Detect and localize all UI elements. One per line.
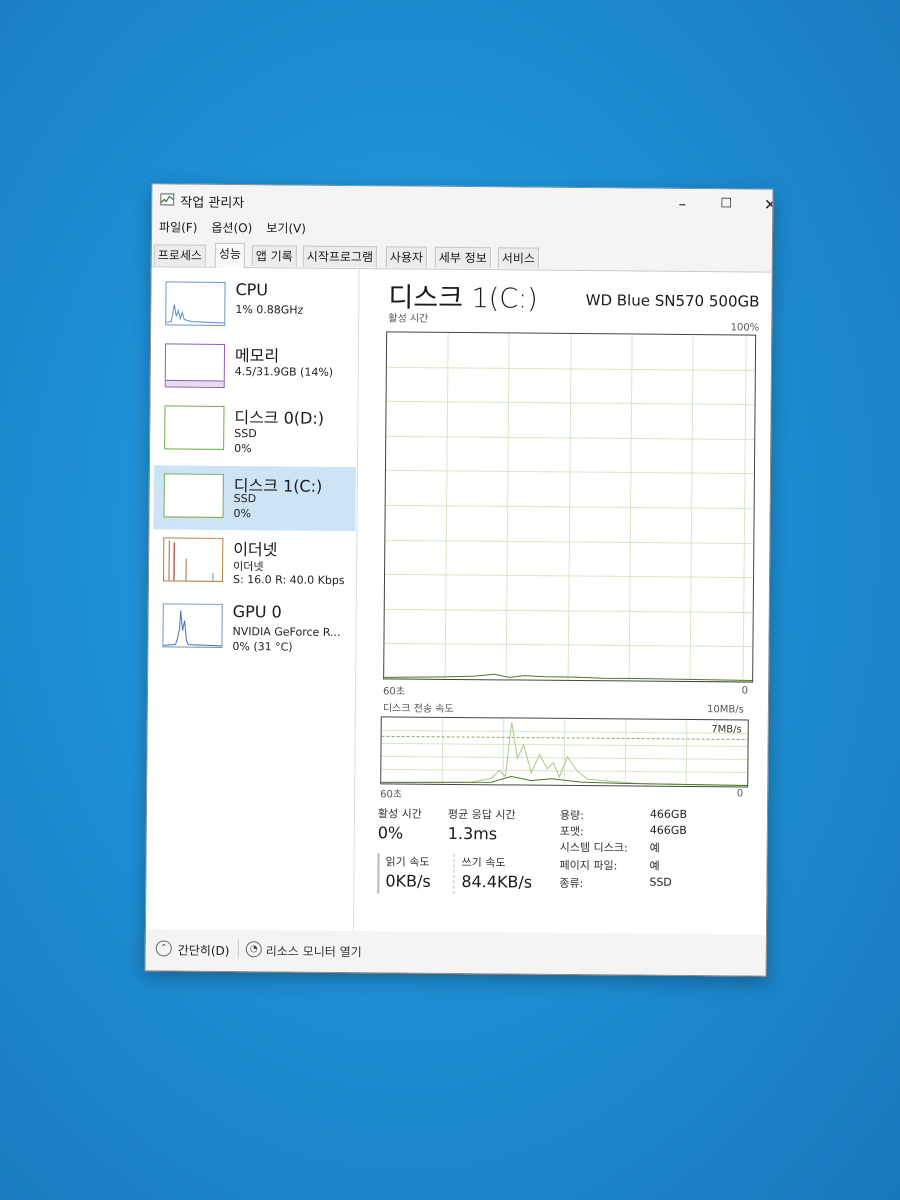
active-time-graph bbox=[383, 331, 757, 683]
tab-app-history[interactable]: 앱 기록 bbox=[251, 245, 297, 267]
tab-startup[interactable]: 시작프로그램 bbox=[302, 245, 378, 268]
task-manager-icon bbox=[160, 193, 175, 206]
read-speed-label: 읽기 속도 bbox=[385, 855, 430, 869]
write-speed-value: 84.4KB/s bbox=[461, 872, 533, 892]
sidebar-item-gpu[interactable]: GPU 0 NVIDIA GeForce R... 0% (31 °C) bbox=[152, 599, 355, 665]
sidebar-item-detail: NVIDIA GeForce R... bbox=[232, 625, 341, 639]
performance-content: CPU 1% 0.88GHz 메모리 4.5/31.9GB (14%) 디스크 … bbox=[145, 267, 772, 935]
transfer-rate-axis-start: 60초 bbox=[380, 789, 403, 801]
sidebar-item-label: 이더넷 bbox=[233, 540, 278, 560]
disk0-thumbnail-graph bbox=[164, 405, 225, 450]
tab-processes[interactable]: 프로세스 bbox=[153, 244, 207, 266]
menu-bar: 파일(F) 옵션(O) 보기(V) bbox=[152, 215, 313, 238]
sidebar-item-label: 디스크 0(D:) bbox=[234, 408, 325, 428]
page-file-label: 페이지 파일: bbox=[559, 858, 618, 873]
transfer-rate-graph bbox=[380, 716, 749, 788]
sidebar-item-disk-0[interactable]: 디스크 0(D:) SSD 0% bbox=[154, 401, 357, 467]
capacity-label: 용량: bbox=[559, 808, 584, 823]
resource-monitor-icon[interactable]: ◔ bbox=[245, 941, 262, 958]
maximize-button[interactable]: ☐ bbox=[706, 192, 746, 216]
transfer-rate-marker: 7MB/s bbox=[711, 724, 742, 736]
sidebar-item-cpu[interactable]: CPU 1% 0.88GHz bbox=[155, 277, 358, 343]
sidebar-item-detail: 0% bbox=[233, 507, 252, 521]
menu-view[interactable]: 보기(V) bbox=[259, 216, 313, 239]
sidebar-item-detail: SSD bbox=[234, 427, 257, 441]
disk-detail-panel: 디스크 1(C:) WD Blue SN570 500GB 활성 시간 100% bbox=[371, 269, 772, 934]
disk-model: WD Blue SN570 500GB bbox=[585, 291, 760, 311]
sidebar-item-detail: S: 16.0 R: 40.0 Kbps bbox=[232, 573, 345, 588]
chevron-up-icon[interactable]: ⌃ bbox=[155, 940, 172, 957]
tab-users[interactable]: 사용자 bbox=[385, 246, 428, 268]
read-speed-value: 0KB/s bbox=[385, 871, 431, 891]
formatted-value: 466GB bbox=[649, 823, 687, 837]
menu-file[interactable]: 파일(F) bbox=[152, 215, 205, 238]
sidebar-item-label: 메모리 bbox=[234, 346, 280, 366]
memory-thumbnail-graph bbox=[164, 343, 226, 388]
avg-response-label: 평균 응답 시간 bbox=[447, 807, 516, 822]
close-button[interactable]: ✕ bbox=[750, 193, 774, 217]
active-time-stat-value: 0% bbox=[377, 823, 404, 843]
resource-monitor-link[interactable]: 리소스 모니터 열기 bbox=[266, 942, 362, 960]
sidebar-item-label: CPU bbox=[235, 280, 269, 300]
footer-divider bbox=[237, 939, 239, 960]
tab-performance[interactable]: 성능 bbox=[214, 242, 246, 269]
active-time-stat-label: 활성 시간 bbox=[377, 807, 422, 821]
active-time-graph-label: 활성 시간 bbox=[388, 313, 429, 325]
fewer-details-button[interactable]: 간단히(D) bbox=[178, 942, 230, 959]
tab-services[interactable]: 서비스 bbox=[497, 247, 540, 269]
sidebar-item-detail: SSD bbox=[233, 492, 257, 506]
capacity-value: 466GB bbox=[649, 807, 688, 821]
sidebar-item-disk-1[interactable]: 디스크 1(C:) SSD 0% bbox=[153, 465, 356, 532]
transfer-rate-axis-end: 0 bbox=[736, 788, 744, 800]
sidebar-item-ethernet[interactable]: 이더넷 이더넷 S: 16.0 R: 40.0 Kbps bbox=[153, 533, 356, 599]
type-label: 종류: bbox=[559, 876, 584, 891]
menu-options[interactable]: 옵션(O) bbox=[204, 216, 259, 239]
minimize-button[interactable]: – bbox=[662, 192, 702, 216]
footer-bar: ⌃ 간단히(D) ◔ 리소스 모니터 열기 bbox=[145, 929, 766, 976]
cpu-thumbnail-graph bbox=[165, 281, 226, 326]
tab-details[interactable]: 세부 정보 bbox=[434, 246, 491, 269]
sidebar-item-detail: 4.5/31.9GB (14%) bbox=[234, 365, 334, 379]
title-bar[interactable]: 작업 관리자 – ☐ ✕ bbox=[152, 184, 774, 220]
gpu-thumbnail-graph bbox=[162, 603, 223, 648]
disk1-thumbnail-graph bbox=[163, 473, 224, 518]
read-speed-divider bbox=[377, 853, 380, 894]
formatted-label: 포맷: bbox=[559, 824, 584, 839]
avg-response-value: 1.3ms bbox=[447, 823, 498, 844]
window-title: 작업 관리자 bbox=[180, 195, 245, 212]
sidebar-item-detail: 1% 0.88GHz bbox=[235, 303, 304, 317]
resource-sidebar: CPU 1% 0.88GHz 메모리 4.5/31.9GB (14%) 디스크 … bbox=[145, 267, 360, 932]
page-file-value: 예 bbox=[649, 859, 660, 873]
sidebar-item-detail: 이더넷 bbox=[233, 560, 264, 574]
active-time-axis-end: 0 bbox=[741, 685, 749, 697]
write-speed-divider bbox=[453, 853, 457, 894]
task-manager-window: 작업 관리자 – ☐ ✕ 파일(F) 옵션(O) 보기(V) 프로세스 성능 앱 기… bbox=[144, 183, 774, 977]
type-value: SSD bbox=[649, 875, 672, 889]
system-disk-value: 예 bbox=[649, 841, 660, 855]
transfer-rate-graph-label: 디스크 전송 속도 bbox=[382, 703, 454, 715]
sidebar-item-detail: 0% bbox=[234, 442, 252, 456]
ethernet-thumbnail-graph bbox=[162, 537, 224, 582]
sidebar-item-label: GPU 0 bbox=[232, 602, 282, 622]
active-time-axis-start: 60초 bbox=[382, 686, 406, 698]
system-disk-label: 시스템 디스크: bbox=[559, 840, 628, 855]
sidebar-item-detail: 0% (31 °C) bbox=[232, 640, 293, 654]
write-speed-label: 쓰기 속도 bbox=[461, 856, 506, 870]
transfer-rate-max: 10MB/s bbox=[707, 704, 744, 716]
active-time-max: 100% bbox=[730, 322, 760, 334]
sidebar-item-memory[interactable]: 메모리 4.5/31.9GB (14%) bbox=[155, 339, 358, 405]
